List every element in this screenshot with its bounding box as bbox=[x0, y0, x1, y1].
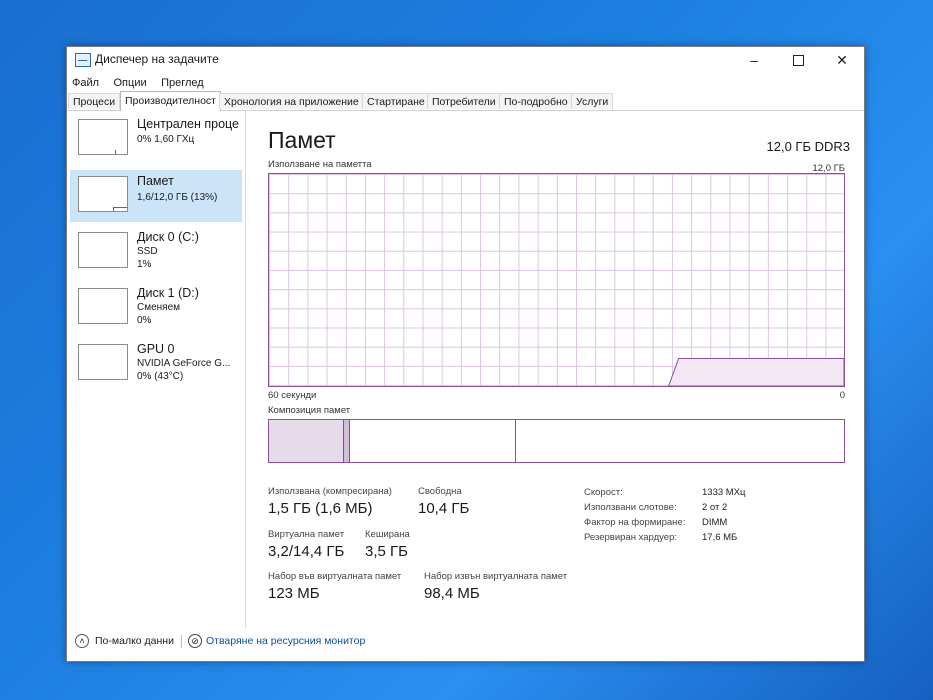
sidebar-item-cpu[interactable]: Централен проце 0% 1,60 ГХц bbox=[70, 113, 242, 165]
memory-type: 12,0 ГБ DDR3 bbox=[766, 139, 851, 154]
sidebar-item-disk1[interactable]: Диск 1 (D:) Сменяем 0% bbox=[70, 282, 242, 334]
used-value: 1,5 ГБ (1,6 МБ) bbox=[268, 500, 373, 517]
sidebar-item-type: Сменяем bbox=[137, 302, 181, 313]
form-factor-key: Фактор на формиране: bbox=[584, 517, 686, 528]
sidebar-item-label: Диск 1 (D:) bbox=[137, 286, 199, 300]
gpu-thumbnail-graph bbox=[78, 344, 128, 380]
paged-pool-label: Набор във виртуалната памет bbox=[268, 571, 402, 582]
close-button[interactable]: ✕ bbox=[820, 47, 864, 73]
sidebar-item-label: GPU 0 bbox=[137, 342, 175, 356]
used-label: Използвана (компресирана) bbox=[268, 486, 392, 497]
open-resource-monitor-link[interactable]: Отваряне на ресурсния монитор bbox=[206, 635, 365, 647]
sidebar-item-label: Централен проце bbox=[137, 117, 239, 131]
sidebar-item-value: 1,6/12,0 ГБ (13%) bbox=[137, 192, 218, 203]
footer-divider bbox=[181, 635, 182, 648]
memory-composition-bar bbox=[268, 419, 845, 463]
graph-time-end: 0 bbox=[839, 390, 845, 401]
composition-in-use bbox=[269, 420, 344, 462]
memory-usage-area bbox=[668, 357, 844, 386]
sidebar-item-value: 0% 1,60 ГХц bbox=[137, 134, 195, 145]
nonpaged-pool-value: 98,4 МБ bbox=[424, 585, 480, 602]
tab-details[interactable]: По-подробно bbox=[499, 93, 573, 109]
reserved-value: 17,6 МБ bbox=[702, 532, 738, 543]
composition-label: Композиция памет bbox=[268, 405, 351, 416]
memory-usage-graph-svg bbox=[668, 357, 844, 386]
virtual-label: Виртуална памет bbox=[268, 529, 345, 540]
tab-users[interactable]: Потребители bbox=[427, 93, 501, 109]
window-title: Диспечер на задачите bbox=[95, 52, 219, 66]
memory-thumbnail-graph bbox=[78, 176, 128, 212]
sidebar-item-value: 0% (43°C) bbox=[137, 371, 184, 382]
nonpaged-pool-label: Набор извън виртуалната памет bbox=[424, 571, 568, 582]
tab-processes[interactable]: Процеси bbox=[68, 93, 121, 109]
cached-label: Кеширана bbox=[365, 529, 410, 540]
panel-title: Памет bbox=[268, 127, 336, 153]
graph-time-start: 60 секунди bbox=[268, 390, 317, 401]
form-factor-value: DIMM bbox=[702, 517, 728, 528]
sidebar-item-value: 0% bbox=[137, 315, 152, 326]
disk0-thumbnail-graph bbox=[78, 232, 128, 268]
sidebar-item-value: 1% bbox=[137, 259, 152, 270]
free-label: Свободна bbox=[418, 486, 462, 497]
maximize-button[interactable] bbox=[776, 47, 820, 73]
usage-graph-label: Използване на паметта bbox=[268, 159, 372, 170]
paged-pool-value: 123 МБ bbox=[268, 585, 320, 602]
menu-options[interactable]: Опции bbox=[109, 75, 152, 91]
sidebar-item-memory[interactable]: Памет 1,6/12,0 ГБ (13%) bbox=[70, 170, 242, 222]
performance-sidebar: Централен проце 0% 1,60 ГХц Памет 1,6/12… bbox=[67, 111, 246, 628]
tab-strip: Процеси Производителност Хронология на п… bbox=[67, 91, 864, 111]
reserved-key: Резервиран хардуер: bbox=[584, 532, 678, 543]
sidebar-item-label: Памет bbox=[137, 174, 174, 188]
slots-key: Използвани слотове: bbox=[584, 502, 677, 513]
menu-file[interactable]: Файл bbox=[67, 75, 104, 91]
task-manager-window: Диспечер на задачите – ✕ Файл Опции Прег… bbox=[66, 46, 865, 662]
composition-standby bbox=[349, 420, 517, 462]
tab-services[interactable]: Услуги bbox=[571, 93, 614, 109]
task-manager-app-icon bbox=[75, 53, 91, 67]
speed-value: 1333 МХц bbox=[702, 487, 746, 498]
slots-value: 2 от 2 bbox=[702, 502, 728, 513]
tab-app-history[interactable]: Хронология на приложение bbox=[219, 93, 364, 109]
menu-bar: Файл Опции Преглед bbox=[67, 73, 864, 91]
cpu-thumbnail-tick bbox=[115, 150, 116, 154]
sidebar-item-type: SSD bbox=[137, 246, 158, 257]
virtual-value: 3,2/14,4 ГБ bbox=[268, 543, 345, 560]
sidebar-item-label: Диск 0 (C:) bbox=[137, 230, 199, 244]
memory-usage-graph bbox=[268, 173, 845, 387]
tab-startup[interactable]: Стартиране bbox=[362, 93, 430, 109]
memory-panel: Памет 12,0 ГБ DDR3 Използване на паметта… bbox=[246, 111, 864, 628]
sidebar-item-gpu0[interactable]: GPU 0 NVIDIA GeForce G... 0% (43°C) bbox=[70, 338, 242, 390]
maximize-icon bbox=[792, 54, 804, 66]
minimize-button[interactable]: – bbox=[732, 47, 776, 73]
sidebar-item-disk0[interactable]: Диск 0 (C:) SSD 1% bbox=[70, 226, 242, 278]
resource-monitor-icon[interactable]: ⊘ bbox=[188, 634, 202, 648]
speed-key: Скорост: bbox=[584, 487, 623, 498]
footer-bar: ˄ По-малко данни ⊘ Отваряне на ресурсния… bbox=[67, 628, 864, 661]
free-value: 10,4 ГБ bbox=[418, 500, 470, 517]
fewer-details-link[interactable]: По-малко данни bbox=[95, 635, 174, 647]
cpu-thumbnail-graph bbox=[78, 119, 128, 155]
menu-view[interactable]: Преглед bbox=[156, 75, 209, 91]
disk1-thumbnail-graph bbox=[78, 288, 128, 324]
title-bar[interactable]: Диспечер на задачите – ✕ bbox=[67, 47, 864, 73]
tab-performance[interactable]: Производителност bbox=[120, 91, 221, 111]
cached-value: 3,5 ГБ bbox=[365, 543, 408, 560]
memory-thumbnail-line bbox=[113, 207, 127, 211]
sidebar-item-type: NVIDIA GeForce G... bbox=[137, 358, 231, 369]
chevron-up-icon[interactable]: ˄ bbox=[75, 634, 89, 648]
